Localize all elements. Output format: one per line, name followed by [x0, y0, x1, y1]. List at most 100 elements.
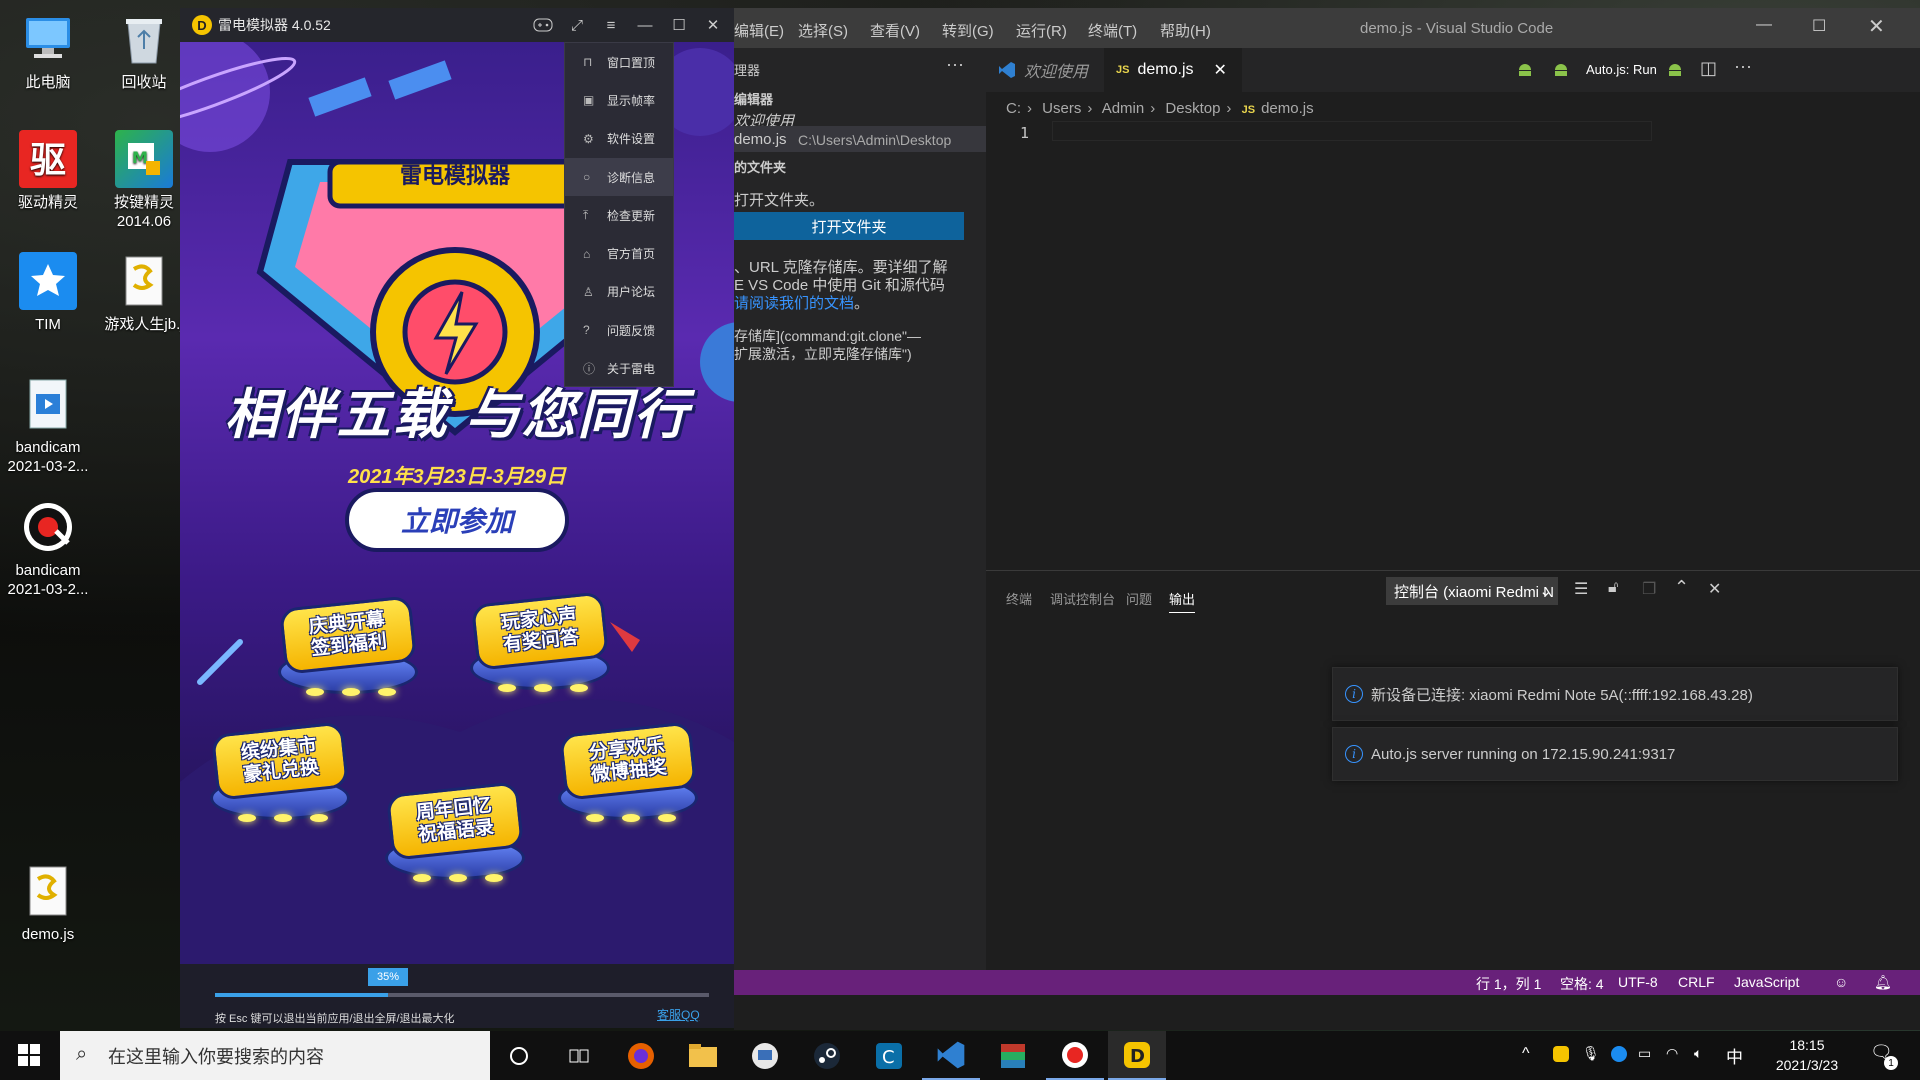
- cortana-icon[interactable]: [490, 1031, 548, 1080]
- chevron-up-icon[interactable]: ^: [1522, 1045, 1530, 1063]
- panel-tab-terminal[interactable]: 终端: [1006, 589, 1032, 608]
- open-editor-demo[interactable]: demo.js C:\Users\Admin\Desktop: [734, 126, 986, 152]
- android-icon[interactable]: [1552, 60, 1570, 83]
- chevron-up-icon[interactable]: ⌃: [1674, 577, 1689, 598]
- network-app-icon[interactable]: [736, 1031, 794, 1080]
- event-pod-signin[interactable]: 庆典开幕 签到福利: [268, 595, 428, 702]
- status-encoding[interactable]: UTF-8: [1618, 974, 1658, 990]
- notification-text: Auto.js server running on 172.15.90.241:…: [1371, 745, 1676, 763]
- no-folder-header[interactable]: 的文件夹: [734, 157, 786, 176]
- bandicam-taskbar-icon[interactable]: [1046, 1031, 1104, 1080]
- menu-item-fps[interactable]: ▣ 显示帧率: [565, 81, 673, 119]
- output-channel-select[interactable]: 控制台 (xiaomi Redmi N ⌄: [1386, 577, 1558, 605]
- status-language[interactable]: JavaScript: [1734, 974, 1799, 990]
- clear-output-icon[interactable]: ☰: [1574, 579, 1588, 599]
- event-pod-market[interactable]: 缤纷集市 豪礼兑换: [200, 721, 360, 828]
- menu-terminal[interactable]: 终端(T): [1088, 20, 1137, 41]
- menu-item-diagnostics[interactable]: ○ 诊断信息: [565, 157, 673, 197]
- vscode-taskbar-icon[interactable]: [922, 1031, 980, 1080]
- firefox-icon[interactable]: [612, 1031, 670, 1080]
- clock[interactable]: 18:15 2021/3/23: [1762, 1035, 1852, 1075]
- leidian-taskbar-icon[interactable]: D: [1108, 1031, 1166, 1080]
- expand-icon[interactable]: ⤢: [560, 8, 594, 42]
- battery-icon[interactable]: ▭: [1638, 1045, 1651, 1062]
- notification-device-connected[interactable]: i 新设备已连接: xiaomi Redmi Note 5A(::ffff:19…: [1332, 667, 1898, 721]
- minimize-icon[interactable]: —: [1756, 16, 1772, 34]
- code-editor[interactable]: [1052, 121, 1652, 141]
- status-eol[interactable]: CRLF: [1678, 974, 1715, 990]
- menu-item-about[interactable]: ⓘ 关于雷电: [565, 349, 673, 387]
- feedback-icon[interactable]: ☺: [1834, 974, 1848, 990]
- gamepad-icon[interactable]: [526, 8, 560, 42]
- panel-tab-debug-console[interactable]: 调试控制台: [1050, 589, 1115, 608]
- bell-icon[interactable]: 🔔︎: [1874, 974, 1892, 991]
- windows-start-icon[interactable]: [18, 1044, 40, 1071]
- taskbar-search-box[interactable]: ⌕ 在这里输入你要搜索的内容: [60, 1031, 490, 1080]
- steam-icon[interactable]: [798, 1031, 856, 1080]
- menu-help[interactable]: 帮助(H): [1160, 20, 1211, 41]
- wifi-icon[interactable]: ◠: [1666, 1045, 1678, 1062]
- desktop-icon-demo-js[interactable]: demo.js: [0, 862, 96, 944]
- panel-tab-output[interactable]: 输出: [1169, 589, 1196, 613]
- ime-indicator[interactable]: 中: [1726, 1043, 1743, 1068]
- desktop-icon-bandicam-1[interactable]: bandicam 2021-03-2...: [0, 375, 96, 476]
- more-actions-icon[interactable]: ···: [1734, 56, 1752, 77]
- lock-icon[interactable]: 🔓︎: [1608, 579, 1618, 597]
- split-editor-icon[interactable]: ◫: [1700, 58, 1717, 79]
- android-icon[interactable]: [1516, 60, 1534, 83]
- leidian-tray-icon[interactable]: [1552, 1045, 1570, 1066]
- tab-demo-js[interactable]: JS demo.js ✕: [1104, 48, 1242, 92]
- join-now-button[interactable]: 立即参加: [345, 488, 569, 552]
- close-icon[interactable]: ✕: [696, 8, 730, 42]
- menu-item-settings[interactable]: ⚙ 软件设置: [565, 120, 673, 158]
- copy-icon[interactable]: ❐: [1642, 579, 1656, 599]
- menu-goto[interactable]: 转到(G): [942, 20, 994, 41]
- more-actions-icon[interactable]: ···: [946, 54, 964, 75]
- panel-tab-problems[interactable]: 问题: [1126, 589, 1152, 608]
- menu-run[interactable]: 运行(R): [1016, 20, 1067, 41]
- menu-icon[interactable]: ≡: [594, 8, 628, 42]
- file-explorer-icon[interactable]: [674, 1031, 732, 1080]
- desktop-icon-this-pc[interactable]: 此电脑: [0, 10, 96, 92]
- maximize-icon[interactable]: ☐: [1812, 16, 1826, 36]
- event-pod-qa[interactable]: 玩家心声 有奖问答: [460, 591, 620, 698]
- open-editors-header[interactable]: 编辑器: [734, 89, 773, 108]
- tab-label: demo.js: [1137, 61, 1194, 78]
- minimize-icon[interactable]: —: [628, 8, 662, 42]
- status-cursor-position[interactable]: 行 1，列 1: [1476, 974, 1541, 994]
- close-icon[interactable]: ✕: [1868, 14, 1885, 39]
- menu-select[interactable]: 选择(S): [798, 20, 848, 41]
- archive-app-icon[interactable]: [984, 1031, 1042, 1080]
- code-app-icon[interactable]: C: [860, 1031, 918, 1080]
- close-icon[interactable]: ✕: [1708, 579, 1721, 599]
- desktop-icon-driver-genius[interactable]: 驱 驱动精灵: [0, 130, 96, 212]
- desktop-icon-keymacro[interactable]: M 按键精灵 2014.06: [96, 130, 192, 231]
- menu-item-update[interactable]: ⤒ 检查更新: [565, 196, 673, 234]
- microphone-icon[interactable]: 🎙︎: [1582, 1045, 1600, 1062]
- volume-icon[interactable]: 🔈︎: [1694, 1045, 1702, 1062]
- desktop-icon-recycle-bin[interactable]: 回收站: [96, 10, 192, 92]
- autojs-run-button[interactable]: Auto.js: Run: [1586, 62, 1657, 77]
- desktop-icon-game-script[interactable]: 游戏人生jb.j: [96, 252, 192, 334]
- menu-view[interactable]: 查看(V): [870, 20, 920, 41]
- support-qq-link[interactable]: 客服QQ: [657, 1006, 700, 1023]
- menu-edit[interactable]: 编辑(E): [734, 20, 784, 41]
- menu-item-homepage[interactable]: ⌂ 官方首页: [565, 234, 673, 272]
- android-icon[interactable]: [1666, 60, 1684, 83]
- docs-link[interactable]: 请阅读我们的文档: [734, 295, 854, 312]
- tab-welcome[interactable]: 欢迎使用: [986, 48, 1104, 92]
- event-pod-weibo[interactable]: 分享欢乐 微博抽奖: [548, 721, 708, 828]
- menu-item-pin[interactable]: ⊓ 窗口置顶: [565, 43, 673, 81]
- event-pod-memories[interactable]: 周年回忆 祝福语录: [375, 781, 535, 888]
- desktop-icon-bandicam-2[interactable]: bandicam 2021-03-2...: [0, 498, 96, 599]
- menu-item-feedback[interactable]: ? 问题反馈: [565, 311, 673, 349]
- bluetooth-app-icon[interactable]: [1610, 1045, 1628, 1066]
- desktop-icon-tim[interactable]: TIM: [0, 252, 96, 334]
- close-icon[interactable]: ✕: [1214, 60, 1227, 80]
- open-folder-button[interactable]: 打开文件夹: [734, 212, 964, 240]
- notification-server-running[interactable]: i Auto.js server running on 172.15.90.24…: [1332, 727, 1898, 781]
- menu-item-forum[interactable]: ♙ 用户论坛: [565, 273, 673, 311]
- maximize-icon[interactable]: ☐: [662, 8, 696, 42]
- task-view-icon[interactable]: [550, 1031, 608, 1080]
- status-indentation[interactable]: 空格: 4: [1560, 974, 1604, 994]
